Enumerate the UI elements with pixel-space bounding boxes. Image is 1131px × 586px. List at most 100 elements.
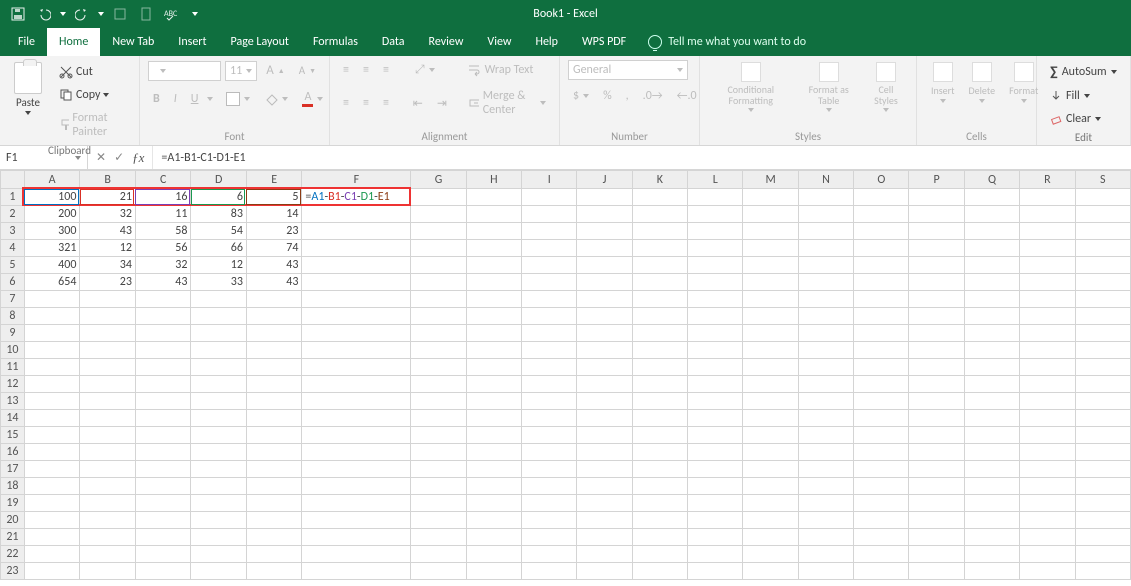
cell[interactable] <box>964 410 1019 427</box>
cell[interactable] <box>964 308 1019 325</box>
cell[interactable] <box>1075 376 1130 393</box>
cell[interactable] <box>411 444 466 461</box>
cell[interactable] <box>80 342 136 359</box>
cell[interactable] <box>1020 529 1075 546</box>
cell[interactable] <box>466 512 521 529</box>
column-header[interactable]: P <box>909 171 964 189</box>
cell[interactable] <box>909 342 964 359</box>
column-header[interactable]: K <box>632 171 687 189</box>
cell[interactable] <box>246 529 302 546</box>
cell[interactable] <box>466 444 521 461</box>
cell[interactable] <box>743 359 798 376</box>
cell[interactable]: 16 <box>135 189 191 206</box>
cell[interactable]: 300 <box>24 223 80 240</box>
cell[interactable] <box>964 274 1019 291</box>
cell[interactable] <box>909 529 964 546</box>
cell[interactable] <box>909 495 964 512</box>
cell[interactable] <box>24 563 80 580</box>
cell[interactable]: 400 <box>24 257 80 274</box>
cell[interactable] <box>411 189 466 206</box>
column-header[interactable]: F <box>302 171 411 189</box>
cell[interactable] <box>191 529 247 546</box>
cell[interactable] <box>135 427 191 444</box>
paste-dropdown-icon[interactable] <box>25 111 31 115</box>
cell[interactable] <box>1020 189 1075 206</box>
cell[interactable] <box>909 512 964 529</box>
cell[interactable] <box>411 512 466 529</box>
cell[interactable] <box>632 257 687 274</box>
tab-review[interactable]: Review <box>417 28 476 56</box>
font-name-combo[interactable] <box>148 61 221 81</box>
cell[interactable] <box>466 478 521 495</box>
cell[interactable] <box>1075 223 1130 240</box>
cell[interactable] <box>24 308 80 325</box>
cell[interactable] <box>798 546 853 563</box>
cell[interactable] <box>1020 274 1075 291</box>
cell[interactable] <box>191 512 247 529</box>
cell[interactable] <box>1075 461 1130 478</box>
row-header[interactable]: 3 <box>1 223 25 240</box>
autosum-button[interactable]: ∑AutoSum <box>1045 60 1122 83</box>
cell[interactable]: 83 <box>191 206 247 223</box>
cell[interactable] <box>743 342 798 359</box>
cell[interactable] <box>191 359 247 376</box>
cell[interactable] <box>1020 410 1075 427</box>
cell[interactable] <box>466 308 521 325</box>
cell[interactable] <box>909 478 964 495</box>
cell[interactable] <box>577 342 632 359</box>
cell[interactable] <box>743 529 798 546</box>
cell[interactable] <box>302 240 411 257</box>
cell[interactable] <box>1020 240 1075 257</box>
delete-cells-button[interactable]: Delete <box>963 60 1002 105</box>
cell[interactable] <box>632 342 687 359</box>
cell[interactable] <box>411 376 466 393</box>
cell[interactable] <box>688 563 743 580</box>
cell[interactable] <box>191 393 247 410</box>
cell[interactable] <box>135 325 191 342</box>
cell[interactable] <box>688 546 743 563</box>
cell[interactable] <box>964 461 1019 478</box>
cell[interactable] <box>632 563 687 580</box>
cell[interactable] <box>246 512 302 529</box>
cell[interactable]: 23 <box>80 274 136 291</box>
row-header[interactable]: 18 <box>1 478 25 495</box>
cell[interactable] <box>798 359 853 376</box>
spellcheck-icon[interactable]: ABC <box>162 4 182 24</box>
cell[interactable] <box>466 359 521 376</box>
cell[interactable] <box>909 223 964 240</box>
cell[interactable] <box>191 427 247 444</box>
cell[interactable] <box>909 257 964 274</box>
cell[interactable] <box>466 189 521 206</box>
column-header[interactable]: I <box>522 171 577 189</box>
cell[interactable] <box>577 529 632 546</box>
cell[interactable] <box>522 342 577 359</box>
cell-styles-button[interactable]: Cell Styles <box>864 60 908 114</box>
cell[interactable] <box>24 393 80 410</box>
column-header[interactable]: S <box>1075 171 1130 189</box>
cell[interactable] <box>743 325 798 342</box>
cell[interactable] <box>135 512 191 529</box>
cell[interactable]: 56 <box>135 240 191 257</box>
cell[interactable]: 43 <box>135 274 191 291</box>
cell[interactable] <box>246 359 302 376</box>
cell[interactable] <box>24 444 80 461</box>
format-as-table-button[interactable]: Format as Table <box>798 60 860 114</box>
cell[interactable] <box>743 478 798 495</box>
cell[interactable] <box>522 529 577 546</box>
cell[interactable] <box>632 461 687 478</box>
cell[interactable] <box>854 240 909 257</box>
cell[interactable] <box>466 393 521 410</box>
cell[interactable] <box>135 529 191 546</box>
cell[interactable] <box>1075 240 1130 257</box>
cell[interactable]: 14 <box>246 206 302 223</box>
row-header[interactable]: 20 <box>1 512 25 529</box>
cell[interactable] <box>688 478 743 495</box>
cell[interactable] <box>466 240 521 257</box>
cell[interactable] <box>135 478 191 495</box>
cell[interactable] <box>411 563 466 580</box>
cell[interactable] <box>688 410 743 427</box>
cell[interactable] <box>411 410 466 427</box>
cell[interactable] <box>1020 461 1075 478</box>
cell[interactable] <box>302 223 411 240</box>
cell[interactable] <box>522 376 577 393</box>
